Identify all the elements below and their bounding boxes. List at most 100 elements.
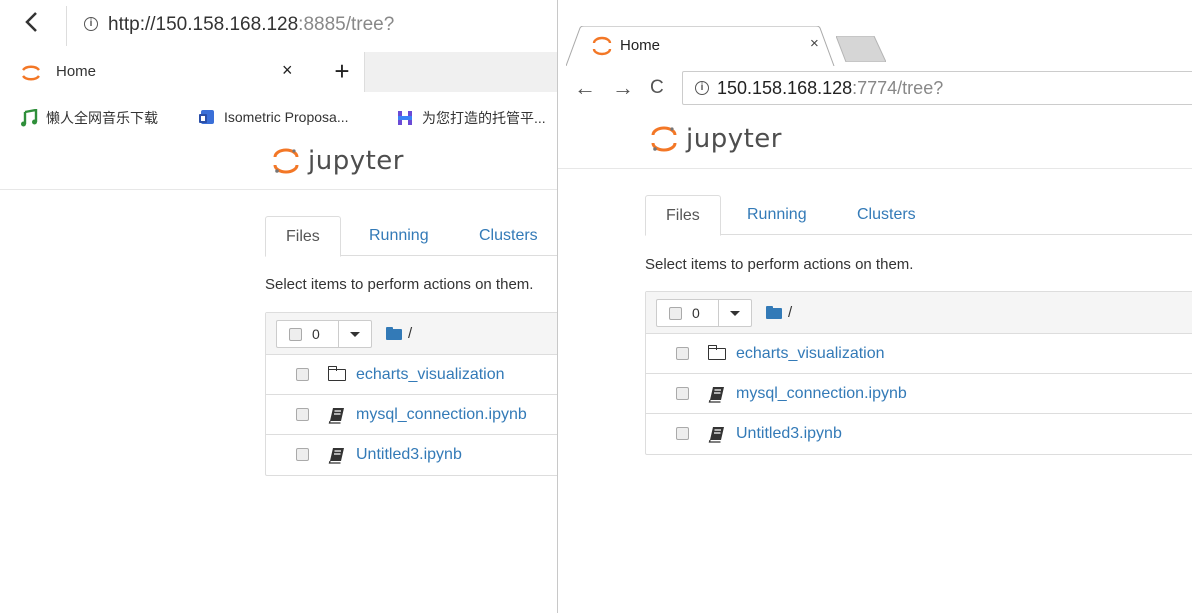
browser-chrome: Home × ← → C i 150.158.168.128:7774/tree… [558,0,1192,116]
bookmark-label: 懒人全网音乐下载 [46,110,158,126]
music-note-icon [21,109,38,127]
nav-tabs: Files Running Clusters [645,195,1192,236]
bookmark-label: Isometric Proposa... [224,109,349,125]
list-item[interactable]: mysql_connection.ipynb [646,374,1192,414]
breadcrumb-root[interactable]: / [408,325,412,342]
select-dropdown-button[interactable] [719,300,751,326]
breadcrumb-root[interactable]: / [788,304,792,321]
tab-files[interactable]: Files [645,195,721,236]
select-all-toggle[interactable]: 0 [657,300,719,326]
item-link[interactable]: echarts_visualization [736,345,885,363]
tab-running[interactable]: Running [727,195,827,235]
reload-icon[interactable]: C [650,76,664,100]
bookmark-item[interactable]: 懒人全网音乐下载 [20,108,158,128]
notebook-icon [708,387,724,403]
new-tab-button[interactable] [836,36,886,62]
select-all-checkbox[interactable] [289,327,302,341]
item-link[interactable]: echarts_visualization [356,366,505,384]
folder-icon [386,327,402,340]
folder-icon [766,306,782,319]
select-dropdown-button[interactable] [339,321,371,347]
item-checkbox[interactable] [676,427,689,440]
select-all-toggle[interactable]: 0 [277,321,339,347]
file-list-header: 0 / [266,313,560,355]
tab-title: Home [56,63,97,80]
tab-strip: Home × + [0,50,560,94]
tab-clusters[interactable]: Clusters [459,216,558,256]
address-bar[interactable]: i 150.158.168.128:7774/tree? [682,71,1192,105]
notebook-icon [328,408,344,424]
breadcrumb[interactable]: / [766,304,792,321]
header-divider [558,168,1192,169]
tab-clusters[interactable]: Clusters [837,195,936,235]
jupyter-logo-icon [273,148,299,174]
item-link[interactable]: Untitled3.ipynb [356,446,462,464]
left-browser-window: i http://150.158.168.128:8885/tree? Home… [0,0,560,613]
selected-count: 0 [692,305,700,321]
nav-tabs: Files Running Clusters [265,216,560,257]
jupyter-favicon-icon [22,65,40,81]
bookmark-label: 为您打造的托管平... [422,110,546,126]
selected-count: 0 [312,326,320,342]
file-list-header: 0 / [646,292,1192,334]
address-url[interactable]: http://150.158.168.128:8885/tree? [108,14,394,36]
back-arrow-icon[interactable] [22,10,42,34]
select-all-group[interactable]: 0 [656,299,752,327]
list-item[interactable]: mysql_connection.ipynb [266,395,560,435]
select-all-checkbox[interactable] [669,306,682,320]
new-tab-button[interactable]: + [322,52,362,92]
item-checkbox[interactable] [676,347,689,360]
tab-files[interactable]: Files [265,216,341,257]
header-divider [0,189,560,190]
navigation-toolbar: ← → C i 150.158.168.128:7774/tree? [558,68,1192,112]
file-list: 0 / echarts_visualization mysql_connecti… [265,312,560,476]
tab-strip-background [364,52,560,92]
item-link[interactable]: mysql_connection.ipynb [356,406,527,424]
item-checkbox[interactable] [296,448,309,461]
selection-hint: Select items to perform actions on them. [265,276,534,293]
toolbar-divider [66,6,67,46]
jupyter-logo-icon [651,126,677,152]
bookmark-item[interactable]: 为您打造的托管平... [396,108,546,128]
address-url[interactable]: 150.158.168.128:7774/tree? [717,78,943,99]
item-checkbox[interactable] [296,408,309,421]
site-info-icon[interactable]: i [695,81,709,95]
isometric-app-icon [199,110,214,124]
caret-down-icon [350,332,360,337]
jupyter-logo-text: jupyter [686,124,782,154]
forward-arrow-icon[interactable]: → [612,76,634,100]
hosting-h-icon [398,111,412,125]
address-bar[interactable]: i http://150.158.168.128:8885/tree? [0,0,560,46]
breadcrumb[interactable]: / [386,325,412,342]
url-host: 150.158.168.128 [717,78,853,98]
list-item[interactable]: Untitled3.ipynb [646,414,1192,454]
folder-outline-icon [708,345,726,363]
bookmark-item[interactable]: Isometric Proposa... [198,108,349,126]
tab-home[interactable]: Home × [0,50,318,94]
folder-outline-icon [328,366,346,384]
tab-running[interactable]: Running [349,216,449,256]
url-host: http://150.158.168.128 [108,14,299,35]
list-item[interactable]: echarts_visualization [646,334,1192,374]
item-link[interactable]: mysql_connection.ipynb [736,385,907,403]
item-checkbox[interactable] [296,368,309,381]
list-item[interactable]: Untitled3.ipynb [266,435,560,475]
caret-down-icon [730,311,740,316]
back-arrow-icon[interactable]: ← [574,76,596,100]
notebook-icon [328,448,344,464]
close-icon[interactable]: × [282,60,293,81]
selection-hint: Select items to perform actions on them. [645,256,914,273]
jupyter-logo[interactable]: jupyter [272,146,404,176]
bookmarks-bar: 懒人全网音乐下载 Isometric Proposa... 为您打造的托管平..… [0,100,560,134]
item-checkbox[interactable] [676,387,689,400]
url-path: :8885/tree? [298,14,395,35]
url-path: :7774/tree? [852,78,944,98]
jupyter-logo[interactable]: jupyter [650,124,782,154]
close-icon[interactable]: × [810,35,819,52]
tab-home[interactable]: Home × [566,26,836,66]
right-browser-window: Home × ← → C i 150.158.168.128:7774/tree… [557,0,1192,613]
list-item[interactable]: echarts_visualization [266,355,560,395]
site-info-icon[interactable]: i [84,17,98,31]
select-all-group[interactable]: 0 [276,320,372,348]
item-link[interactable]: Untitled3.ipynb [736,425,842,443]
